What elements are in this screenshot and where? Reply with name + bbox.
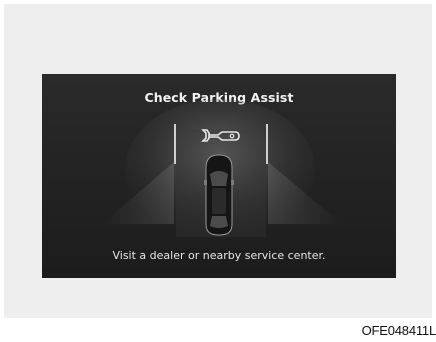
parking-line-left [174, 124, 176, 164]
figure-code: OFE048411L [361, 323, 436, 338]
parking-line-right [266, 124, 268, 164]
cluster-display: Check Parking Assist Visit a dealer or n… [42, 74, 396, 278]
warning-message: Visit a dealer or nearby service center. [112, 249, 326, 262]
car-top-view-icon [204, 154, 234, 236]
wrench-icon [201, 129, 240, 142]
